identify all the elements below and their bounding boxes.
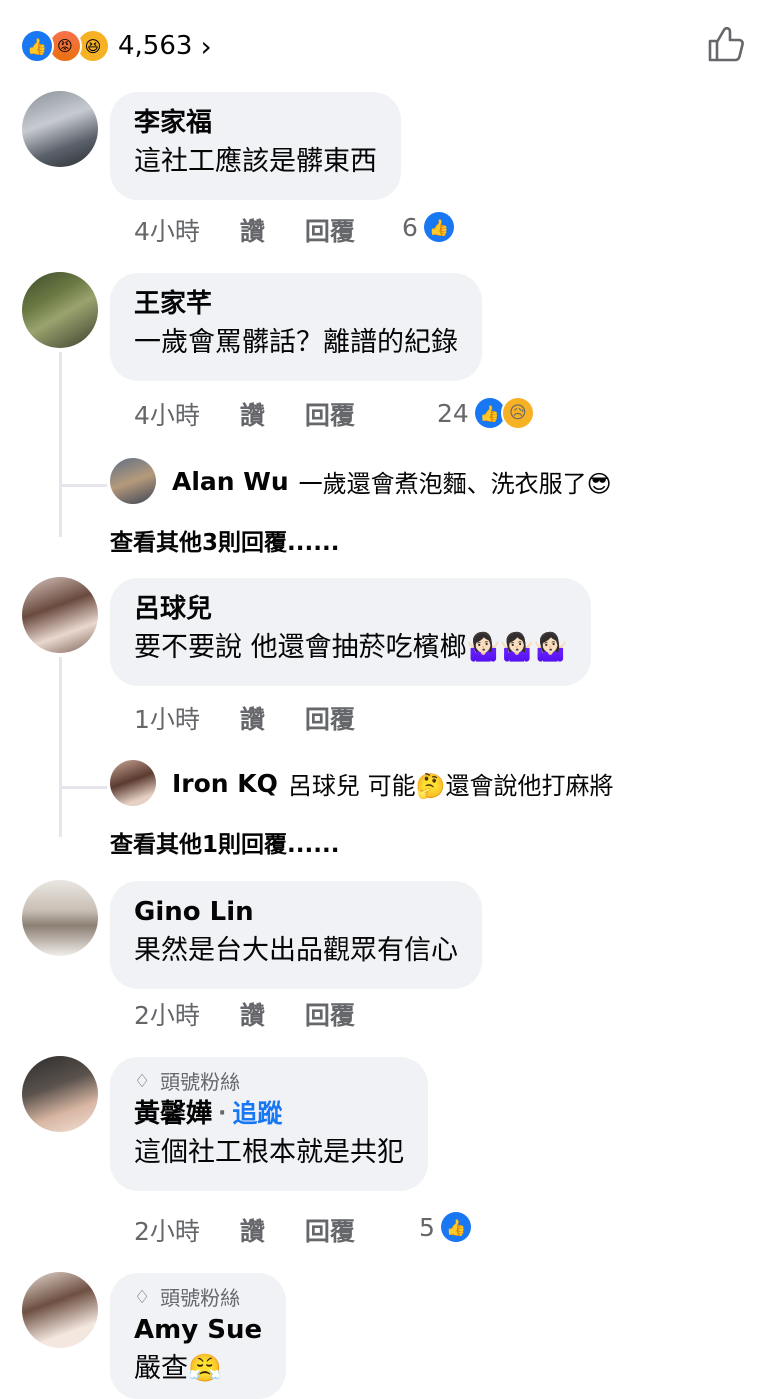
chevron-right-icon: › <box>200 29 212 63</box>
top-fan-badge: ♢ 頭號粉絲 <box>134 1067 404 1097</box>
comment-time[interactable]: 1小時 <box>134 700 200 736</box>
avatar[interactable] <box>22 91 98 167</box>
follow-button[interactable]: 追蹤 <box>232 1097 282 1131</box>
reply-button[interactable]: 回覆 <box>305 212 355 248</box>
like-button[interactable]: 讚 <box>240 700 265 736</box>
comment-actions: 2小時 讚 回覆 <box>134 996 395 1032</box>
avatar[interactable] <box>22 1056 98 1132</box>
diamond-icon: ♢ <box>134 1071 151 1092</box>
thread-branch <box>59 484 107 487</box>
reply-button[interactable]: 回覆 <box>305 996 355 1032</box>
comment-bubble: 呂球兒 要不要說 他還會抽菸吃檳榔🤷🏻‍♀️🤷🏻‍♀️🤷🏻‍♀️ <box>110 578 592 686</box>
comment-actions: 2小時 讚 回覆 <box>134 1212 395 1248</box>
comment-bubble: Gino Lin 果然是台大出品觀眾有信心 <box>110 881 482 989</box>
comment-actions: 4小時 讚 回覆 <box>134 212 395 248</box>
thread-line <box>59 352 62 537</box>
reply-author[interactable]: Iron KQ <box>172 769 278 798</box>
like-icon: 👍 <box>440 1212 471 1242</box>
comment-time[interactable]: 4小時 <box>134 212 200 248</box>
comment-text: 這社工應該是髒東西 <box>134 146 377 177</box>
reply-author[interactable]: Alan Wu <box>172 467 289 496</box>
comment-text: 一歲會罵髒話？離譜的紀錄 <box>134 327 458 358</box>
comment-bubble: 李家福 這社工應該是髒東西 <box>110 92 401 200</box>
comment-bubble: ♢ 頭號粉絲 黃馨嬅 · 追蹤 這個社工根本就是共犯 <box>110 1057 428 1191</box>
reply-button[interactable]: 回覆 <box>305 396 355 432</box>
thread-branch <box>59 786 107 789</box>
reply-item: Alan Wu 一歲還會煮泡麵、洗衣服了😎 <box>110 458 612 504</box>
reply-button[interactable]: 回覆 <box>305 700 355 736</box>
comment-text: 這個社工根本就是共犯 <box>134 1137 404 1168</box>
reply-item: Iron KQ 呂球兒 可能🤔還會說他打麻將 <box>110 760 613 806</box>
separator-dot: · <box>218 1101 227 1126</box>
like-count: 24 <box>437 398 469 428</box>
comment-time[interactable]: 2小時 <box>134 1212 200 1248</box>
comment-like-count[interactable]: 24 👍 😥 <box>437 396 535 430</box>
comment-like-count[interactable]: 6 👍 <box>402 212 454 242</box>
avatar[interactable] <box>110 760 156 806</box>
comment-author[interactable]: 黃馨嬅 <box>134 1097 212 1131</box>
comment-bubble: ♢ 頭號粉絲 Amy Sue 嚴查😤 <box>110 1273 287 1399</box>
reply-button[interactable]: 回覆 <box>305 1212 355 1248</box>
comment-actions: 4小時 讚 回覆 <box>134 396 395 432</box>
like-icon: 👍 <box>20 29 54 63</box>
comment-time[interactable]: 2小時 <box>134 996 200 1032</box>
comment-text: 果然是台大出品觀眾有信心 <box>134 935 458 966</box>
badge-label: 頭號粉絲 <box>160 1070 241 1094</box>
avatar[interactable] <box>22 272 98 348</box>
reaction-count: 4,563 <box>118 31 193 61</box>
comment-author[interactable]: Amy Sue <box>134 1313 262 1347</box>
reaction-summary[interactable]: 👍 😡 😆 4,563 › <box>20 24 212 68</box>
diamond-icon: ♢ <box>134 1287 151 1308</box>
top-fan-badge: ♢ 頭號粉絲 <box>134 1283 262 1313</box>
avatar[interactable] <box>22 880 98 956</box>
like-icon: 👍 <box>423 212 454 242</box>
avatar[interactable] <box>22 577 98 653</box>
reply-text: 呂球兒 可能🤔還會說他打麻將 <box>287 771 614 800</box>
badge-label: 頭號粉絲 <box>160 1286 241 1310</box>
view-more-replies[interactable]: 查看其他3則回覆...... <box>110 523 339 557</box>
like-count: 5 <box>419 1212 435 1242</box>
comment-time[interactable]: 4小時 <box>134 396 200 432</box>
comment-actions: 1小時 讚 回覆 <box>134 700 395 736</box>
comment-bubble: 王家芊 一歲會罵髒話？離譜的紀錄 <box>110 273 482 381</box>
comment-author[interactable]: 王家芊 <box>134 287 458 321</box>
comment-author[interactable]: 呂球兒 <box>134 592 567 626</box>
avatar[interactable] <box>110 458 156 504</box>
view-more-replies[interactable]: 查看其他1則回覆...... <box>110 825 339 859</box>
comment-text: 嚴查😤 <box>134 1353 222 1384</box>
like-count: 6 <box>402 212 418 242</box>
comment-author[interactable]: Gino Lin <box>134 895 458 929</box>
comment-like-count[interactable]: 5 👍 <box>419 1212 471 1242</box>
like-button[interactable]: 讚 <box>240 396 265 432</box>
thread-line <box>59 657 62 837</box>
avatar[interactable] <box>22 1272 98 1348</box>
like-button[interactable]: 讚 <box>240 212 265 248</box>
reply-text: 一歲還會煮泡麵、洗衣服了😎 <box>298 469 612 498</box>
like-button[interactable]: 讚 <box>240 1212 265 1248</box>
comment-text: 要不要說 他還會抽菸吃檳榔🤷🏻‍♀️🤷🏻‍♀️🤷🏻‍♀️ <box>134 632 568 663</box>
like-button[interactable]: 讚 <box>240 996 265 1032</box>
sad-icon: 😥 <box>500 396 535 430</box>
like-outline-icon[interactable] <box>706 24 746 64</box>
comment-author[interactable]: 李家福 <box>134 106 377 140</box>
